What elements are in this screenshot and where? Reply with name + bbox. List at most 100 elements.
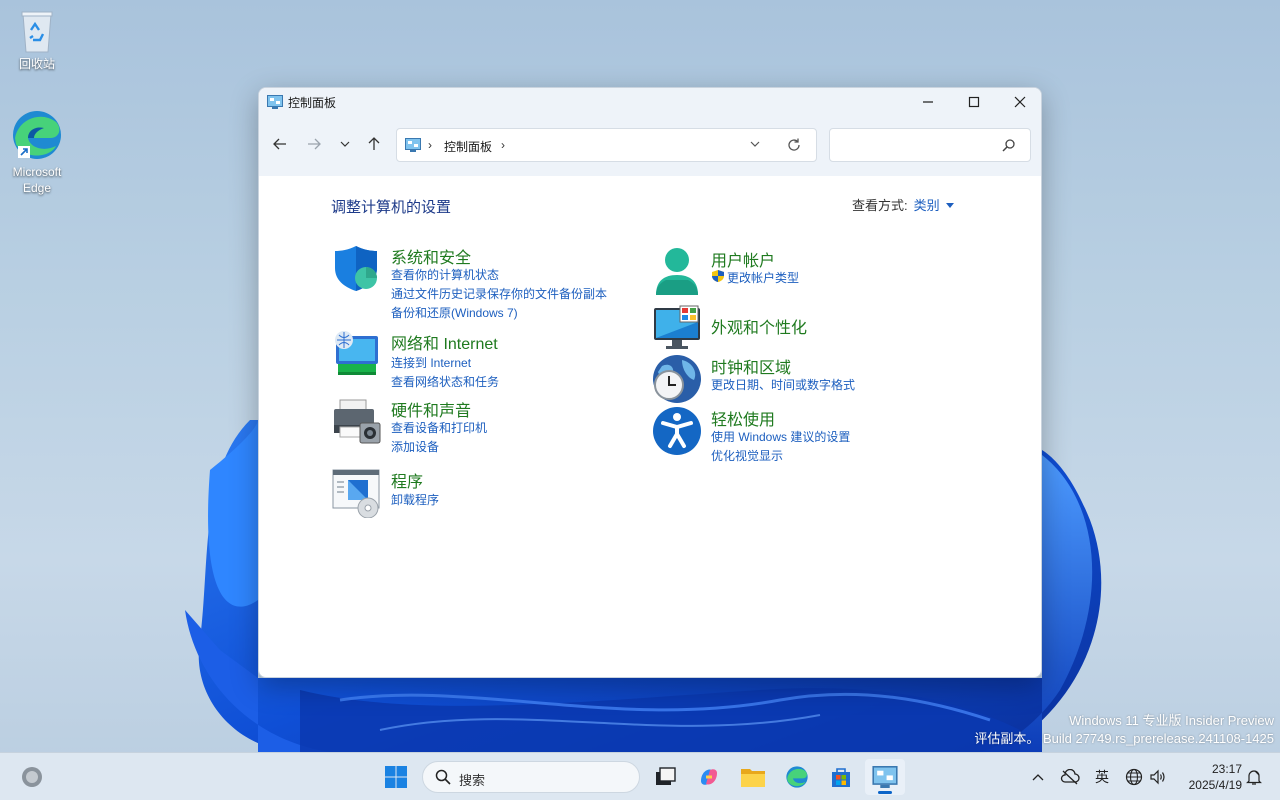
network-icon[interactable]	[332, 330, 382, 380]
chevron-up-icon	[1032, 774, 1044, 781]
view-by-label: 查看方式:	[852, 198, 908, 213]
task-view-button[interactable]	[645, 759, 685, 795]
taskbar-search-label: 搜索	[459, 773, 486, 788]
folder-icon	[741, 769, 765, 787]
breadcrumb-control-panel[interactable]: 控制面板	[444, 138, 492, 155]
close-button[interactable]	[997, 88, 1041, 116]
ime-label: 英	[1095, 769, 1109, 785]
speaker-icon	[1150, 769, 1165, 785]
category-link[interactable]: 备份和还原(Windows 7)	[391, 304, 518, 321]
category-title[interactable]: 网络和 Internet	[391, 330, 498, 354]
page-heading: 调整计算机的设置	[331, 199, 452, 216]
address-history-chevron-icon[interactable]	[749, 139, 761, 149]
clock-globe-icon[interactable]	[652, 354, 702, 404]
category-link[interactable]: 连接到 Internet	[391, 354, 471, 371]
minimize-button[interactable]	[905, 88, 951, 116]
up-button[interactable]	[361, 130, 387, 158]
file-explorer-button[interactable]	[733, 759, 773, 795]
search-icon	[435, 769, 451, 785]
accessibility-icon[interactable]	[652, 406, 702, 456]
category-link[interactable]: 更改日期、时间或数字格式	[711, 376, 855, 393]
address-bar[interactable]: › 控制面板 ›	[396, 128, 817, 162]
globe-icon	[1125, 768, 1143, 786]
store-button[interactable]	[821, 759, 861, 795]
volume-tray-button[interactable]	[1144, 759, 1172, 795]
category-link[interactable]: 添加设备	[391, 438, 439, 455]
edge-label: Microsoft Edge	[12, 165, 62, 195]
control-panel-crumb-icon	[405, 138, 421, 152]
forward-button[interactable]	[301, 130, 327, 158]
uac-shield-icon	[712, 270, 724, 282]
user-icon[interactable]	[652, 247, 702, 297]
store-icon	[832, 768, 850, 787]
category-link[interactable]: 优化视觉显示	[711, 447, 783, 464]
copilot-button[interactable]	[689, 759, 729, 795]
active-indicator	[878, 791, 892, 794]
category-link[interactable]: 通过文件历史记录保存你的文件备份副本	[391, 285, 607, 302]
category-title[interactable]: 时钟和区域	[711, 354, 791, 378]
category-link[interactable]: 使用 Windows 建议的设置	[711, 428, 850, 445]
search-icon	[1002, 139, 1015, 152]
window-title: 控制面板	[288, 96, 337, 110]
category-link[interactable]: 卸载程序	[391, 491, 439, 508]
category-title[interactable]: 程序	[391, 468, 423, 492]
category-title[interactable]: 外观和个性化	[711, 314, 807, 338]
maximize-button[interactable]	[951, 88, 997, 116]
task-view-icon	[656, 767, 676, 785]
evaluation-watermark: Windows 11 专业版 Insider Preview 评估副本。 Bui…	[974, 712, 1274, 748]
taskbar-search[interactable]: 搜索	[422, 761, 640, 793]
view-by-dropdown[interactable]: 类别	[914, 198, 940, 213]
breadcrumb-separator[interactable]: ›	[428, 138, 432, 152]
edge-taskbar-button[interactable]	[777, 759, 817, 795]
category-title[interactable]: 用户帐户	[711, 247, 775, 271]
start-button[interactable]	[376, 759, 416, 795]
onedrive-tray-button[interactable]	[1056, 759, 1084, 795]
title-bar[interactable]: 控制面板	[259, 88, 1041, 116]
desktop-recycle-bin[interactable]: 回收站	[0, 8, 74, 72]
control-panel-window: 控制面板 › 控制面板 › 调整计算机的设置 查看方式: 类别 系统和安全 查看…	[258, 87, 1042, 678]
caret-down-icon[interactable]	[945, 203, 954, 208]
view-by: 查看方式: 类别	[852, 195, 954, 214]
cloud-offline-icon	[1060, 769, 1080, 785]
minimize-icon	[923, 101, 933, 103]
category-link[interactable]: 查看网络状态和任务	[391, 373, 499, 390]
edge-icon	[786, 766, 808, 788]
ime-button[interactable]: 英	[1088, 759, 1116, 795]
copilot-icon	[701, 769, 717, 785]
windows-logo-icon	[385, 766, 407, 788]
printer-icon[interactable]	[332, 397, 382, 447]
category-title[interactable]: 硬件和声音	[391, 397, 471, 421]
arrow-up-icon	[368, 137, 380, 150]
breadcrumb-separator-2[interactable]: ›	[501, 138, 505, 152]
weather-widget-icon	[22, 767, 42, 787]
category-title[interactable]: 系统和安全	[391, 244, 471, 268]
category-link[interactable]: 查看你的计算机状态	[391, 266, 499, 283]
bell-icon	[1246, 770, 1262, 785]
category-link[interactable]: 更改帐户类型	[727, 269, 799, 286]
refresh-icon[interactable]	[786, 137, 802, 153]
recent-locations-button[interactable]	[332, 130, 358, 158]
monitor-icon[interactable]	[652, 304, 702, 354]
show-hidden-icons-button[interactable]	[1024, 759, 1052, 795]
taskbar: 搜索 英 23:17 2025/4/19	[0, 752, 1280, 800]
search-box[interactable]	[829, 128, 1031, 162]
back-button[interactable]	[267, 130, 293, 158]
clock-date: 2025/4/19	[1188, 778, 1242, 792]
notifications-button[interactable]	[1240, 759, 1268, 795]
edge-icon	[13, 111, 61, 159]
watermark-line-2: 评估副本。 Build 27749.rs_prerelease.241108-1…	[974, 731, 1274, 746]
shield-icon[interactable]	[332, 244, 382, 294]
control-panel-taskbar-button[interactable]	[865, 759, 905, 795]
recycle-bin-icon	[21, 11, 53, 53]
clock-time: 23:17	[1211, 762, 1242, 776]
control-panel-icon	[872, 766, 898, 788]
category-link[interactable]: 查看设备和打印机	[391, 419, 487, 436]
control-panel-icon	[267, 95, 283, 109]
clock[interactable]: 23:17 2025/4/19	[1176, 761, 1242, 793]
recycle-bin-label: 回收站	[18, 57, 55, 71]
programs-icon[interactable]	[332, 468, 382, 518]
desktop-edge[interactable]: Microsoft Edge	[0, 108, 74, 196]
maximize-icon	[968, 96, 980, 108]
widgets-button[interactable]	[12, 759, 52, 795]
category-title[interactable]: 轻松使用	[711, 406, 775, 430]
